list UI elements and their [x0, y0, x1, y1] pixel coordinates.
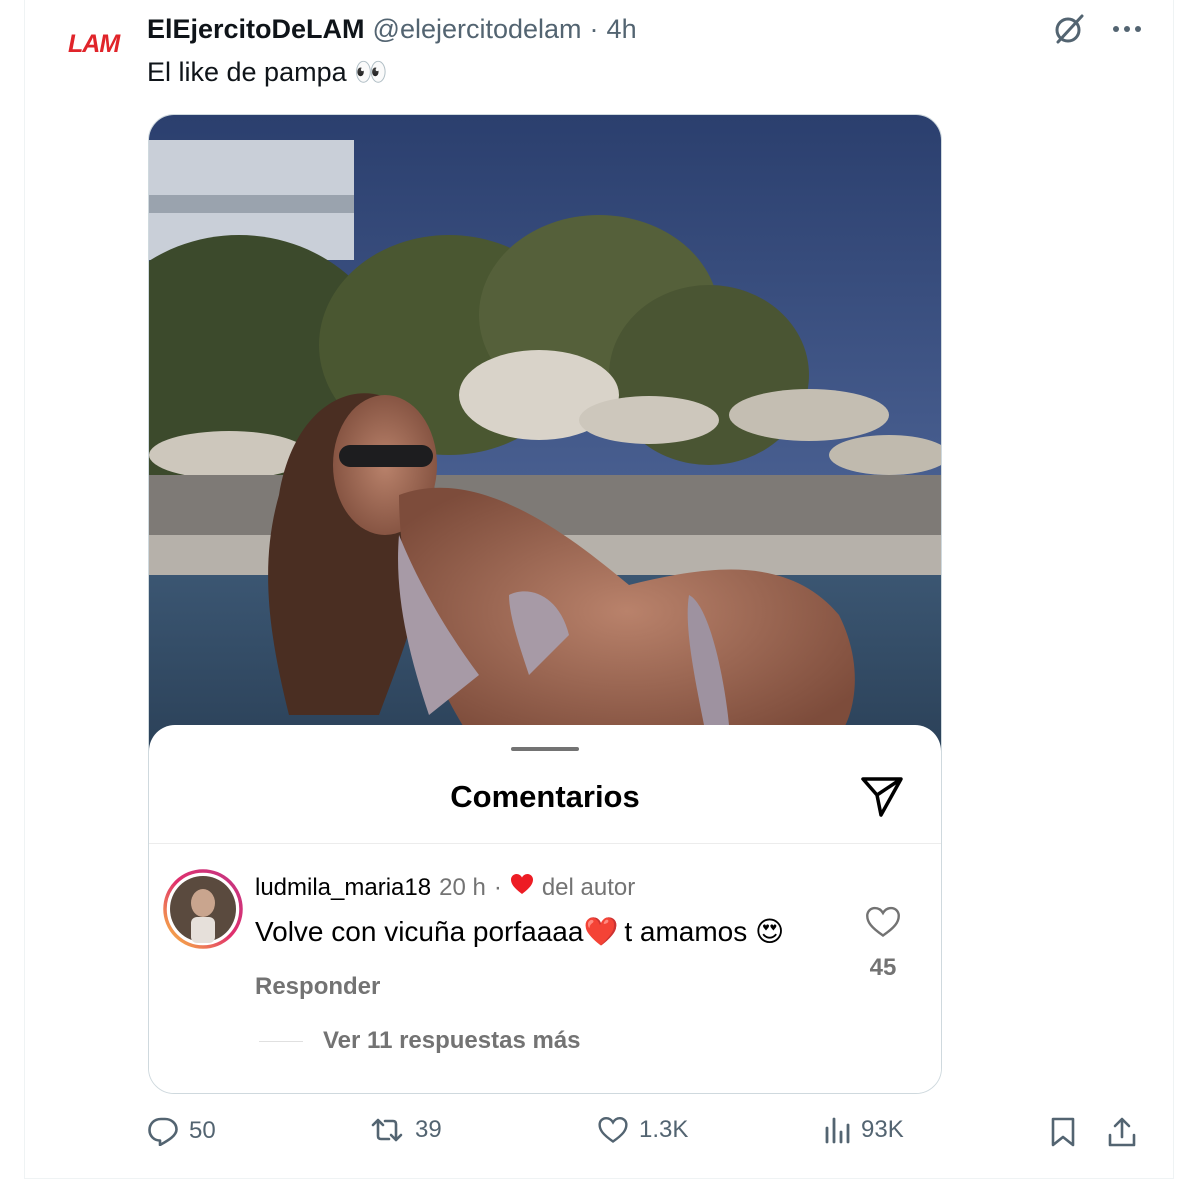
repost-icon[interactable]	[369, 1116, 405, 1144]
handle[interactable]: @elejercitodelam	[373, 14, 582, 45]
sheet-divider	[149, 843, 941, 844]
reply-button[interactable]: Responder	[255, 973, 380, 1001]
display-name[interactable]: ElEjercitoDeLAM	[147, 14, 365, 45]
top-icons	[1052, 12, 1142, 46]
comment-like-count: 45	[869, 954, 897, 981]
comment-like[interactable]: 45	[855, 905, 911, 982]
like-action[interactable]: 1.3K	[597, 1116, 688, 1144]
view-more-replies-label[interactable]: Ver 11 respuestas más	[323, 1027, 581, 1055]
reply-count: 50	[189, 1117, 216, 1144]
views-icon[interactable]	[823, 1116, 851, 1144]
author-like-label: del autor	[541, 873, 636, 901]
tweet-media[interactable]: Comentarios ludmila_maria18 20 h · del a…	[148, 114, 942, 1094]
comment-text-part-2: t amamos 😍	[624, 916, 785, 947]
sheet-title: Comentarios	[450, 779, 640, 814]
like-count: 1.3K	[639, 1116, 689, 1143]
sheet-drag-handle[interactable]	[511, 747, 579, 751]
comment-header: ludmila_maria18 20 h · del autor	[255, 873, 635, 902]
repost-count: 39	[415, 1116, 442, 1143]
repost-action[interactable]: 39	[369, 1116, 442, 1144]
post-time[interactable]: 4h	[607, 14, 637, 45]
send-icon[interactable]	[859, 773, 905, 824]
comment-heart-icon[interactable]	[865, 906, 901, 943]
comment-time: 20 h	[439, 873, 486, 901]
profile-avatar-logo[interactable]: LAM	[68, 30, 124, 70]
tweet-actions: 50 39 1.3K 93K	[147, 1116, 1147, 1156]
replies-line	[259, 1040, 303, 1042]
reply-action[interactable]: 50	[147, 1116, 216, 1146]
bookmark-action[interactable]	[1050, 1116, 1076, 1148]
comments-sheet: Comentarios ludmila_maria18 20 h · del a…	[149, 725, 941, 1093]
share-icon[interactable]	[1107, 1116, 1137, 1148]
views-count: 93K	[861, 1116, 904, 1143]
view-more-replies[interactable]: Ver 11 respuestas más	[259, 1027, 581, 1055]
comment-separator: ·	[493, 873, 502, 901]
comment-text-part-1: Volve con vicuña porfaaaa❤️	[255, 916, 619, 947]
header-separator: ·	[589, 13, 599, 44]
reply-icon[interactable]	[147, 1116, 179, 1146]
comment-text: Volve con vicuña porfaaaa❤️ t amamos 😍	[255, 915, 784, 948]
commenter-username[interactable]: ludmila_maria18	[255, 874, 431, 902]
bookmark-icon[interactable]	[1050, 1116, 1076, 1148]
grok-icon[interactable]	[1052, 12, 1086, 46]
tweet-header: ElEjercitoDeLAM @elejercitodelam · 4h	[147, 12, 637, 46]
like-icon[interactable]	[597, 1116, 629, 1144]
author-heart-icon	[510, 873, 534, 902]
commenter-avatar[interactable]	[163, 869, 243, 949]
share-action[interactable]	[1107, 1116, 1137, 1148]
tweet-text: El like de pampa 👀	[147, 57, 388, 87]
more-icon[interactable]	[1112, 24, 1142, 34]
views-action[interactable]: 93K	[823, 1116, 904, 1144]
